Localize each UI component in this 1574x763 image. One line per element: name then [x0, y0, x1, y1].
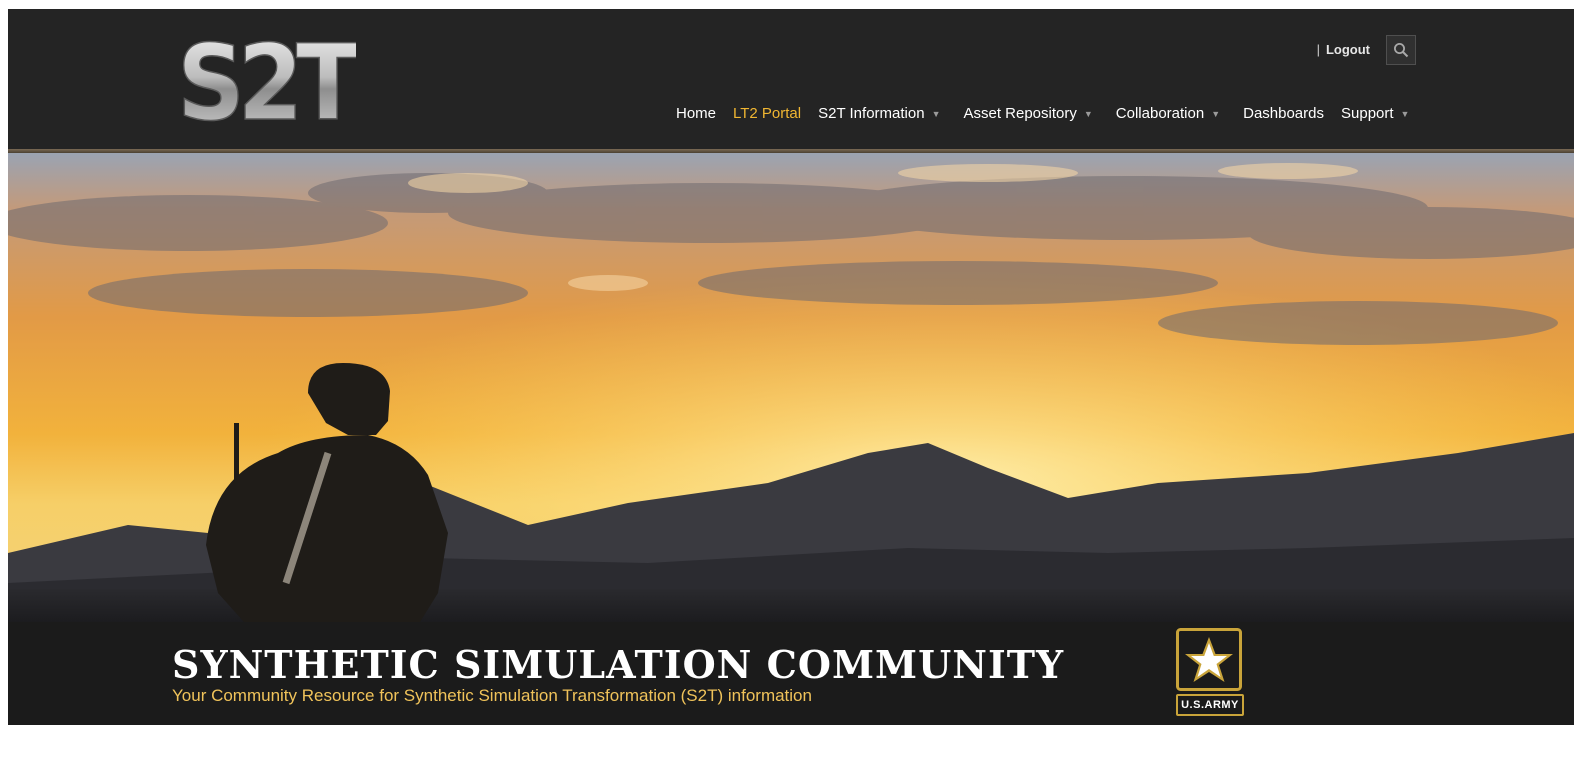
nav-item-dashboards[interactable]: Dashboards	[1243, 105, 1324, 122]
main-nav: Home LT2 Portal S2T Information ▼ Asset …	[676, 105, 1415, 122]
logout-link[interactable]: Logout	[1326, 42, 1370, 57]
nav-item-label: Support	[1341, 105, 1394, 122]
chevron-down-icon: ▼	[1211, 108, 1221, 119]
chevron-down-icon: ▼	[1400, 108, 1410, 119]
army-logo-label: U.S.ARMY	[1176, 694, 1244, 716]
nav-item-lt2-portal[interactable]: LT2 Portal	[733, 105, 801, 122]
nav-item-label: Dashboards	[1243, 105, 1324, 122]
nav-item-label: Asset Repository	[963, 105, 1077, 122]
utility-bar: | Logout	[1317, 33, 1416, 66]
nav-item-asset-repository[interactable]: Asset Repository ▼	[963, 105, 1098, 122]
site-header: S2T | Logout Home LT2 Portal S2T Informa…	[8, 9, 1574, 149]
site-frame: S2T | Logout Home LT2 Portal S2T Informa…	[8, 9, 1574, 725]
s2t-logo[interactable]: S2T	[174, 27, 356, 127]
nav-item-s2t-information[interactable]: S2T Information ▼	[818, 105, 946, 122]
us-army-logo[interactable]: U.S.ARMY	[1176, 628, 1244, 716]
nav-item-label: Collaboration	[1115, 105, 1205, 122]
banner-title: SYNTHETIC SIMULATION COMMUNITY	[172, 642, 1065, 687]
nav-item-label: S2T Information	[818, 105, 925, 122]
hero-image	[8, 153, 1574, 622]
search-button[interactable]	[1386, 34, 1416, 65]
army-star-icon	[1176, 628, 1242, 691]
chevron-down-icon: ▼	[1083, 108, 1093, 119]
logo-text: S2T	[177, 27, 356, 127]
nav-item-collaboration[interactable]: Collaboration ▼	[1116, 105, 1226, 122]
search-icon	[1394, 42, 1409, 57]
utility-separator: |	[1316, 42, 1320, 57]
nav-item-home[interactable]: Home	[676, 105, 716, 122]
chevron-down-icon: ▼	[931, 108, 941, 119]
banner-subtitle: Your Community Resource for Synthetic Si…	[172, 686, 812, 705]
nav-item-label: LT2 Portal	[733, 105, 802, 122]
page: S2T | Logout Home LT2 Portal S2T Informa…	[0, 0, 1574, 763]
nav-item-support[interactable]: Support ▼	[1341, 105, 1415, 122]
nav-item-label: Home	[676, 105, 717, 122]
community-banner: SYNTHETIC SIMULATION COMMUNITY Your Comm…	[8, 622, 1574, 725]
